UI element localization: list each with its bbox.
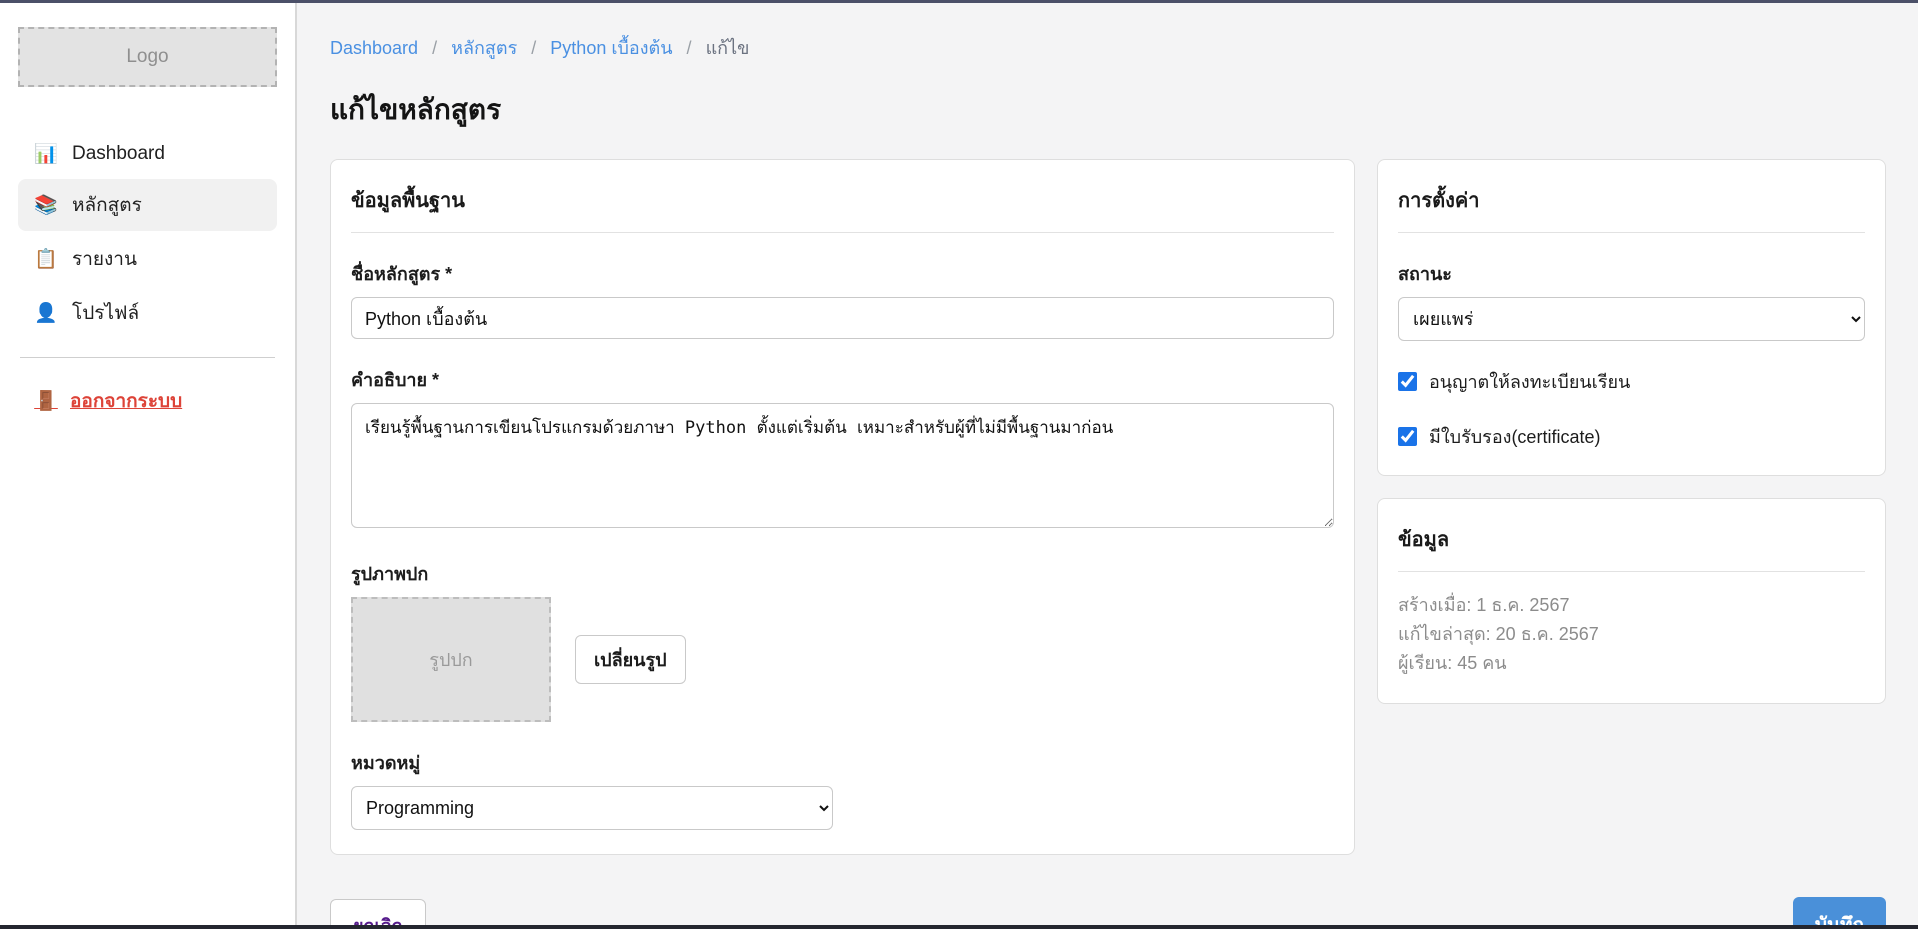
logout-label: ออกจากระบบ <box>70 386 182 416</box>
sidebar-item-label: หลักสูตร <box>72 190 142 220</box>
sidebar-item-reports[interactable]: 📋 รายงาน <box>18 233 277 285</box>
card-divider <box>1398 571 1865 572</box>
app-window: Logo 📊 Dashboard 📚 หลักสูตร 📋 รายงาน 👤 โ… <box>0 3 1918 925</box>
logo: Logo <box>18 27 277 87</box>
sidebar-item-label: Dashboard <box>72 143 165 165</box>
page-title: แก้ไขหลักสูตร <box>330 88 1889 132</box>
main-content: Dashboard / หลักสูตร / Python เบื้องต้น … <box>297 3 1918 925</box>
basic-info-card: ข้อมูลพื้นฐาน ชื่อหลักสูตร * คำอธิบาย * … <box>330 159 1355 855</box>
books-icon: 📚 <box>34 193 58 217</box>
breadcrumb-separator: / <box>687 38 692 58</box>
allow-enrollment-checkbox[interactable] <box>1398 372 1417 391</box>
info-heading: ข้อมูล <box>1398 523 1865 555</box>
sidebar-divider <box>20 357 275 358</box>
sidebar: Logo 📊 Dashboard 📚 หลักสูตร 📋 รายงาน 👤 โ… <box>0 3 297 925</box>
sidebar-item-courses[interactable]: 📚 หลักสูตร <box>18 179 277 231</box>
status-label: สถานะ <box>1398 259 1865 288</box>
card-divider <box>351 232 1334 233</box>
cover-image-placeholder: รูปปก <box>351 597 551 722</box>
side-column: การตั้งค่า สถานะ เผยแพร่ อนุญาตให้ลงทะเบ… <box>1377 159 1886 704</box>
sidebar-item-label: รายงาน <box>72 244 137 274</box>
sidebar-nav: 📊 Dashboard 📚 หลักสูตร 📋 รายงาน 👤 โปรไฟล… <box>18 131 277 339</box>
info-last-edited: แก้ไขล่าสุด: 20 ธ.ค. 2567 <box>1398 621 1865 648</box>
course-name-label: ชื่อหลักสูตร * <box>351 259 1334 288</box>
allow-enrollment-label: อนุญาตให้ลงทะเบียนเรียน <box>1429 367 1630 396</box>
category-select[interactable]: Programming <box>351 786 833 830</box>
certificate-checkbox[interactable] <box>1398 427 1417 446</box>
save-button[interactable]: บันทึก <box>1793 897 1886 925</box>
info-lines: สร้างเมื่อ: 1 ธ.ค. 2567 แก้ไขล่าสุด: 20 … <box>1398 592 1865 677</box>
clipboard-icon: 📋 <box>34 247 58 271</box>
description-label: คำอธิบาย * <box>351 365 1334 394</box>
change-image-button[interactable]: เปลี่ยนรูป <box>575 635 686 684</box>
sidebar-item-label: โปรไฟล์ <box>72 298 139 328</box>
logo-label: Logo <box>126 46 168 68</box>
cancel-button[interactable]: ยกเลิก <box>330 899 426 926</box>
info-card: ข้อมูล สร้างเมื่อ: 1 ธ.ค. 2567 แก้ไขล่าส… <box>1377 498 1886 704</box>
content-columns: ข้อมูลพื้นฐาน ชื่อหลักสูตร * คำอธิบาย * … <box>330 159 1889 855</box>
sidebar-item-profile[interactable]: 👤 โปรไฟล์ <box>18 287 277 339</box>
logout-link[interactable]: 🚪 ออกจากระบบ <box>18 378 198 424</box>
form-actions: ยกเลิก บันทึก <box>330 897 1886 925</box>
card-divider <box>1398 232 1865 233</box>
breadcrumb-separator: / <box>432 38 437 58</box>
status-select[interactable]: เผยแพร่ <box>1398 297 1865 341</box>
info-student-count: ผู้เรียน: 45 คน <box>1398 650 1865 677</box>
certificate-label: มีใบรับรอง(certificate) <box>1429 422 1600 451</box>
info-created-at: สร้างเมื่อ: 1 ธ.ค. 2567 <box>1398 592 1865 619</box>
breadcrumb-link-courses[interactable]: หลักสูตร <box>451 38 517 58</box>
sidebar-item-dashboard[interactable]: 📊 Dashboard <box>18 131 277 177</box>
settings-heading: การตั้งค่า <box>1398 184 1865 216</box>
certificate-row[interactable]: มีใบรับรอง(certificate) <box>1398 422 1865 451</box>
description-textarea[interactable]: เรียนรู้พื้นฐานการเขียนโปรแกรมด้วยภาษา P… <box>351 403 1334 528</box>
breadcrumb-link-dashboard[interactable]: Dashboard <box>330 38 418 58</box>
cover-image-row: รูปปก เปลี่ยนรูป <box>351 597 1334 722</box>
person-icon: 👤 <box>34 301 58 325</box>
cover-placeholder-label: รูปปก <box>429 645 472 674</box>
breadcrumb-current: แก้ไข <box>706 38 750 58</box>
breadcrumb-link-course[interactable]: Python เบื้องต้น <box>550 38 672 58</box>
settings-card: การตั้งค่า สถานะ เผยแพร่ อนุญาตให้ลงทะเบ… <box>1377 159 1886 476</box>
bar-chart-icon: 📊 <box>34 142 58 166</box>
basic-info-heading: ข้อมูลพื้นฐาน <box>351 184 1334 216</box>
allow-enrollment-row[interactable]: อนุญาตให้ลงทะเบียนเรียน <box>1398 367 1865 396</box>
breadcrumb: Dashboard / หลักสูตร / Python เบื้องต้น … <box>330 33 1889 62</box>
course-name-input[interactable] <box>351 297 1334 339</box>
cover-image-label: รูปภาพปก <box>351 559 1334 588</box>
door-icon: 🚪 <box>34 389 58 413</box>
breadcrumb-separator: / <box>531 38 536 58</box>
category-label: หมวดหมู่ <box>351 748 1334 777</box>
